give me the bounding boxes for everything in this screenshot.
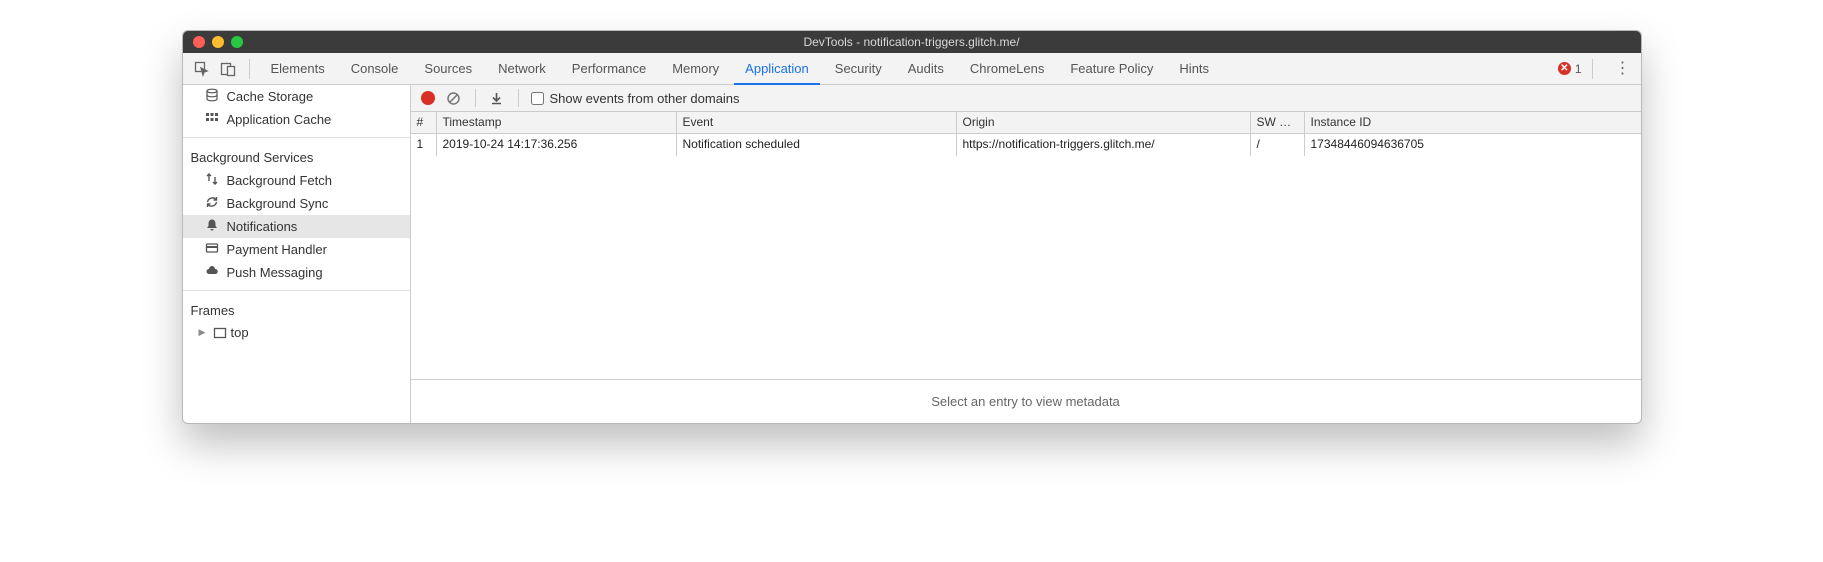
tab-sources[interactable]: Sources [413,53,483,85]
tab-security[interactable]: Security [824,53,893,85]
tab-audits[interactable]: Audits [897,53,955,85]
events-table: # Timestamp Event Origin SW … Instance I… [411,112,1641,380]
tab-performance[interactable]: Performance [561,53,657,85]
cell-ev: Notification scheduled [677,134,957,156]
cloud-icon [205,264,219,281]
sidebar-section-background-services: Background Services [183,144,410,169]
tab-feature-policy[interactable]: Feature Policy [1059,53,1164,85]
sync-icon [205,195,219,212]
grid-icon [205,111,219,128]
detail-placeholder: Select an entry to view metadata [411,380,1641,423]
sidebar-item-label: Cache Storage [227,89,314,104]
error-count: 1 [1575,62,1582,76]
sidebar-item-notifications[interactable]: Notifications [183,215,410,238]
sidebar-item-label: Notifications [227,219,298,234]
more-menu-icon[interactable]: ⋮ [1613,63,1633,75]
tab-network[interactable]: Network [487,53,557,85]
error-icon: ✕ [1558,62,1571,75]
sidebar-item-push-messaging[interactable]: Push Messaging [183,261,410,284]
cell-id: 17348446094636705 [1305,134,1641,156]
sidebar-item-frames-top[interactable]: ▶ top [183,322,410,343]
tab-hints[interactable]: Hints [1168,53,1220,85]
col-index[interactable]: # [411,112,437,133]
sidebar-item-payment-handler[interactable]: Payment Handler [183,238,410,261]
col-origin[interactable]: Origin [957,112,1251,133]
cell-idx: 1 [411,134,437,156]
inspect-icon[interactable] [191,58,213,80]
sidebar-item-label: Payment Handler [227,242,327,257]
table-row[interactable]: 12019-10-24 14:17:36.256Notification sch… [411,134,1641,156]
show-other-domains-input[interactable] [531,92,544,105]
frame-icon [213,326,227,340]
tab-application[interactable]: Application [734,53,820,85]
tab-memory[interactable]: Memory [661,53,730,85]
cell-or: https://notification-triggers.glitch.me/ [957,134,1251,156]
sidebar-item-label: Application Cache [227,112,332,127]
tab-elements[interactable]: Elements [260,53,336,85]
sidebar-item-background-fetch[interactable]: Background Fetch [183,169,410,192]
device-toggle-icon[interactable] [217,58,239,80]
clear-button[interactable] [445,89,463,107]
sidebar-item-background-sync[interactable]: Background Sync [183,192,410,215]
cell-sw: / [1251,134,1305,156]
database-icon [205,88,219,105]
sidebar-item-application-cache[interactable]: Application Cache [183,108,410,131]
swap-icon [205,172,219,189]
window-title: DevTools - notification-triggers.glitch.… [183,35,1641,49]
card-icon [205,241,219,258]
download-button[interactable] [488,89,506,107]
sidebar-item-label: Background Fetch [227,173,333,188]
tab-console[interactable]: Console [340,53,410,85]
bell-icon [205,218,219,235]
error-badge[interactable]: ✕ 1 [1558,62,1582,76]
devtools-tabbar: ElementsConsoleSourcesNetworkPerformance… [183,53,1641,85]
cell-ts: 2019-10-24 14:17:36.256 [437,134,677,156]
expand-triangle-icon: ▶ [199,327,209,338]
col-sw-scope[interactable]: SW … [1251,112,1305,133]
events-toolbar: Show events from other domains [411,85,1641,112]
col-timestamp[interactable]: Timestamp [437,112,677,133]
sidebar-item-label: Background Sync [227,196,329,211]
titlebar: DevTools - notification-triggers.glitch.… [183,31,1641,53]
col-event[interactable]: Event [677,112,957,133]
show-other-domains-checkbox[interactable]: Show events from other domains [531,91,740,106]
sidebar-section-frames: Frames [183,297,410,322]
sidebar-item-label: Push Messaging [227,265,323,280]
show-other-domains-label: Show events from other domains [550,91,740,106]
application-sidebar: Cache Storage Application Cache Backgroun… [183,85,411,423]
frames-top-label: top [231,325,249,340]
col-instance-id[interactable]: Instance ID [1305,112,1641,133]
sidebar-item-cache-storage[interactable]: Cache Storage [183,85,410,108]
record-button[interactable] [419,89,437,107]
tab-chromelens[interactable]: ChromeLens [959,53,1055,85]
